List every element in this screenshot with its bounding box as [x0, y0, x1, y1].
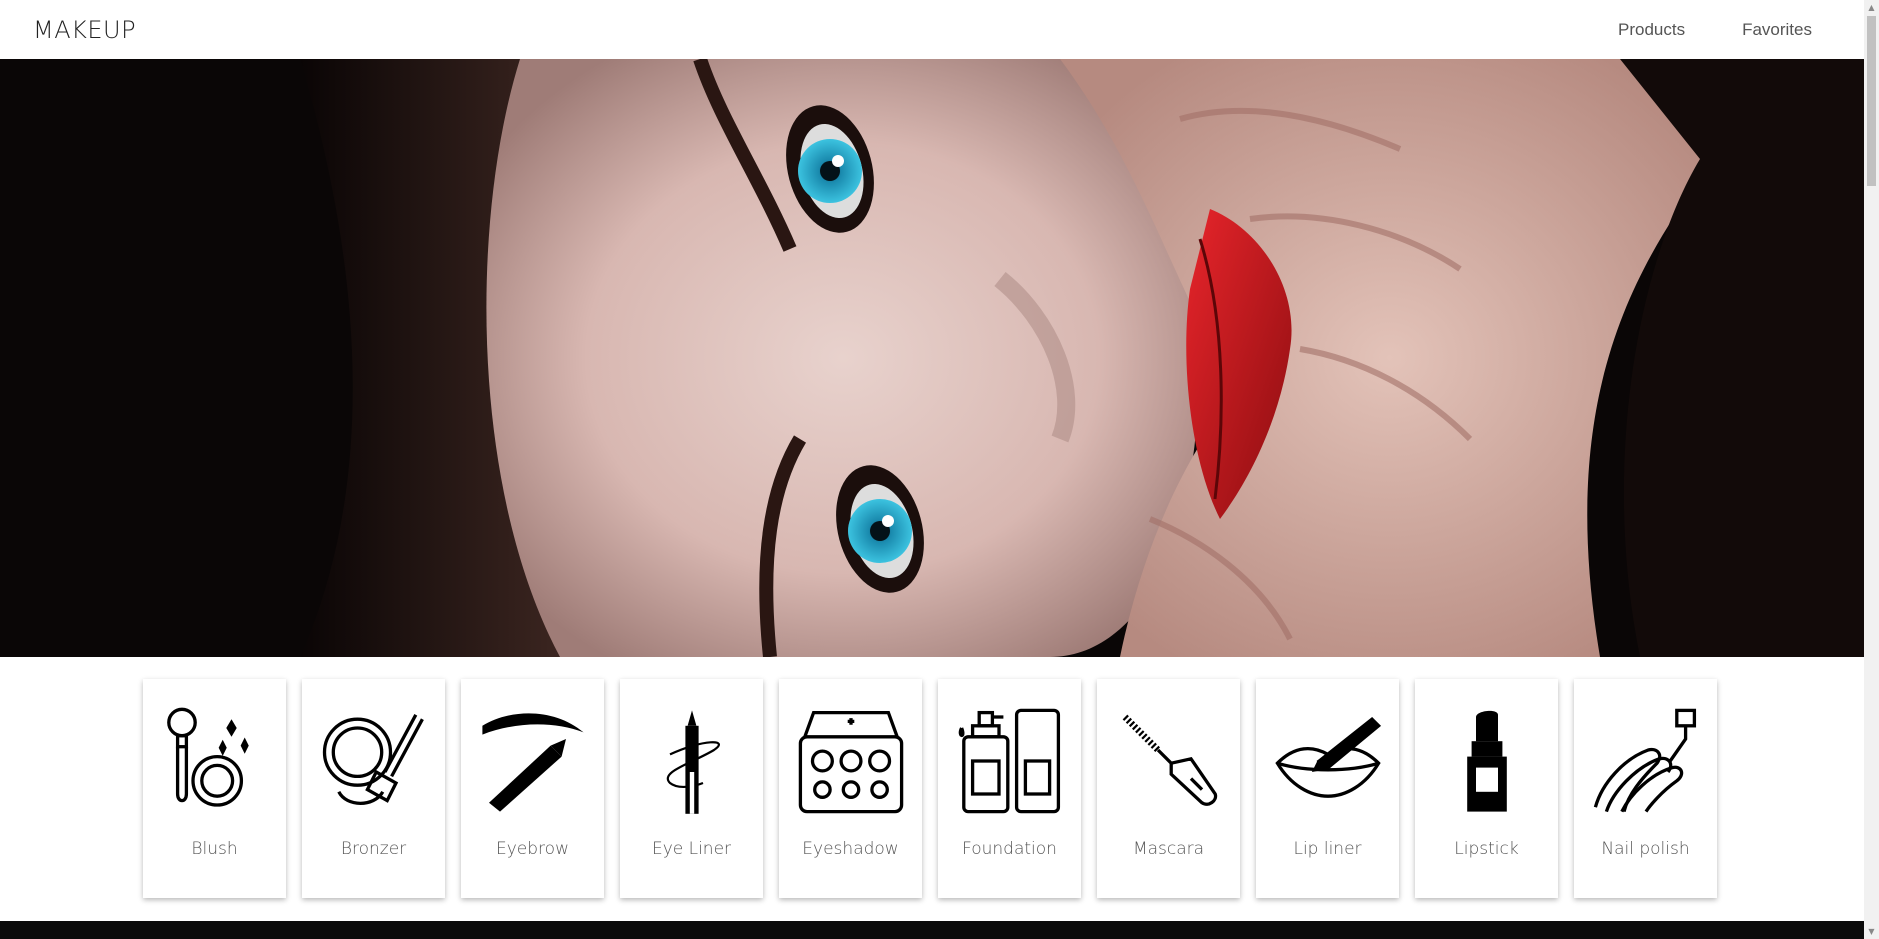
category-label: Nail polish: [1601, 839, 1690, 859]
category-label: Lipstick: [1454, 839, 1519, 859]
category-label: Bronzer: [340, 839, 407, 859]
scroll-down-arrow-icon[interactable]: ▼: [1864, 924, 1879, 939]
category-card-lipstick[interactable]: Lipstick: [1415, 679, 1558, 898]
category-label: Foundation: [962, 839, 1057, 859]
category-label: Eyebrow: [496, 839, 569, 859]
category-card-eyeshadow[interactable]: Eyeshadow: [779, 679, 922, 898]
lipstick-icon: [1427, 701, 1547, 821]
mascara-wand-icon: [1109, 701, 1229, 821]
scroll-up-arrow-icon[interactable]: ▲: [1864, 0, 1879, 15]
category-card-mascara[interactable]: Mascara: [1097, 679, 1240, 898]
category-label: Eyeshadow: [802, 839, 899, 859]
nav-favorites-link[interactable]: Favorites: [1742, 20, 1812, 40]
main-nav: Products Favorites: [1618, 20, 1812, 40]
page-scrollbar[interactable]: ▲ ▼: [1864, 0, 1879, 939]
category-card-foundation[interactable]: Foundation: [938, 679, 1081, 898]
page: MAKEUP Products Favorites Blush Bronzer …: [0, 0, 1864, 939]
lip-liner-icon: [1268, 701, 1388, 821]
category-card-blush[interactable]: Blush: [143, 679, 286, 898]
eyebrow-pencil-icon: [473, 701, 593, 821]
hero-photo: [0, 59, 1864, 657]
category-label: Blush: [191, 839, 238, 859]
nav-products-link[interactable]: Products: [1618, 20, 1685, 40]
category-label: Mascara: [1132, 839, 1205, 859]
top-navbar: MAKEUP Products Favorites: [0, 0, 1864, 59]
category-label: Eye Liner: [651, 839, 732, 859]
category-label: Lip liner: [1293, 839, 1362, 859]
blush-brush-icon: [155, 701, 275, 821]
foundation-bottle-icon: [950, 701, 1070, 821]
scrollbar-thumb[interactable]: [1867, 16, 1876, 186]
bronzer-compact-icon: [314, 701, 434, 821]
footer-bar: [0, 921, 1864, 939]
hero-banner-image: [0, 59, 1864, 657]
eye-liner-pen-icon: [632, 701, 752, 821]
brand-logo[interactable]: MAKEUP: [33, 16, 136, 44]
eyeshadow-palette-icon: [791, 701, 911, 821]
category-card-lip-liner[interactable]: Lip liner: [1256, 679, 1399, 898]
category-card-eye-liner[interactable]: Eye Liner: [620, 679, 763, 898]
category-card-eyebrow[interactable]: Eyebrow: [461, 679, 604, 898]
category-card-bronzer[interactable]: Bronzer: [302, 679, 445, 898]
category-grid: Blush Bronzer Eyebrow Eye Liner Eyeshado…: [143, 679, 1717, 898]
nail-polish-icon: [1586, 701, 1706, 821]
category-card-nail-polish[interactable]: Nail polish: [1574, 679, 1717, 898]
